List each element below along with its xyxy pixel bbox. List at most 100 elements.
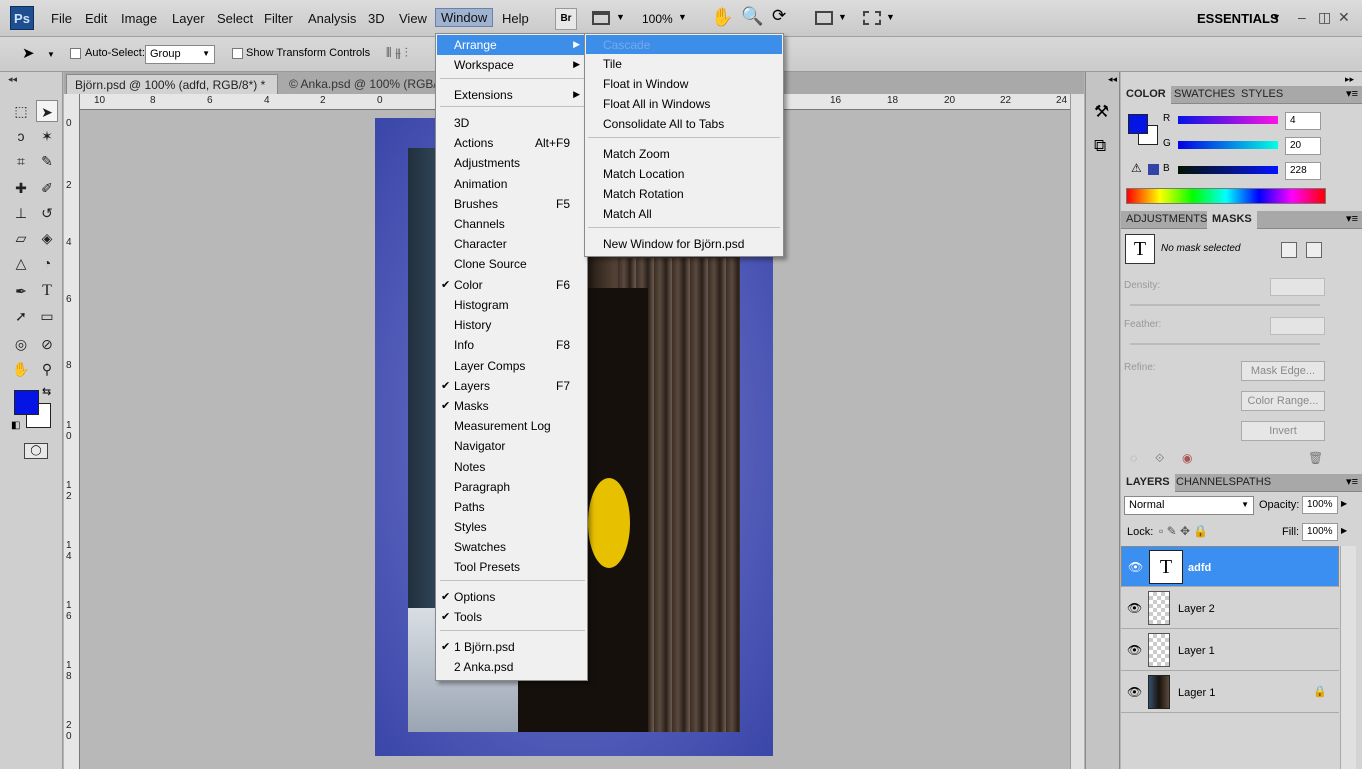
window-menu-item[interactable]: Paragraph bbox=[437, 477, 586, 497]
window-menu-item[interactable]: Adjustments bbox=[437, 153, 586, 173]
menu-select[interactable]: Select bbox=[217, 11, 253, 26]
eye-icon[interactable]: 👁 bbox=[1127, 601, 1142, 615]
collapse-icon[interactable]: ◂◂ bbox=[8, 74, 17, 85]
window-menu-item[interactable]: Layer Comps bbox=[437, 356, 586, 376]
arrange-menu-item[interactable]: Cascade bbox=[586, 35, 782, 54]
apply-mask-icon[interactable]: ⟐ bbox=[1155, 451, 1164, 466]
window-menu-item[interactable]: Paths bbox=[437, 497, 586, 517]
window-menu-item[interactable]: ✔ 1 Björn.psd bbox=[437, 637, 586, 657]
align-icons[interactable]: ⫴ ⫵ ⫶ bbox=[386, 45, 408, 61]
path-selection-icon[interactable]: ➚ bbox=[10, 305, 32, 327]
window-menu-item[interactable]: ✔ Masks bbox=[437, 396, 586, 416]
lock-icons[interactable]: ▫ ✎ ✥ 🔒 bbox=[1159, 524, 1208, 538]
color-spectrum[interactable] bbox=[1126, 188, 1326, 204]
tab-anka[interactable]: © Anka.psd @ 100% (RGB/8 bbox=[281, 74, 451, 94]
chevron-right-icon[interactable]: ▶ bbox=[1341, 526, 1347, 535]
zoom-dropdown-icon[interactable]: ▼ bbox=[678, 12, 687, 22]
arrange-menu-item[interactable]: Float in Window bbox=[586, 74, 782, 93]
tab-swatches[interactable]: SWATCHES bbox=[1169, 86, 1240, 102]
window-menu-item[interactable]: 2 Anka.psd bbox=[437, 657, 586, 677]
window-menu-item[interactable]: Info F8 bbox=[437, 335, 586, 355]
window-menu-item[interactable]: Workspace ▶ bbox=[437, 55, 586, 75]
window-menu-item[interactable]: Styles bbox=[437, 517, 586, 537]
pixel-mask-icon[interactable] bbox=[1281, 242, 1297, 258]
b-slider[interactable] bbox=[1178, 166, 1278, 174]
arrange-documents-icon[interactable] bbox=[815, 11, 833, 25]
3d-orbit-icon[interactable]: ⊘ bbox=[36, 333, 58, 355]
blur-tool-icon[interactable]: △ bbox=[10, 252, 32, 274]
gamut-swatch[interactable] bbox=[1148, 164, 1159, 175]
arrange-menu-item[interactable]: New Window for Björn.psd bbox=[586, 234, 782, 253]
window-menu-item[interactable]: Navigator bbox=[437, 436, 586, 456]
tab-bjorn[interactable]: Björn.psd @ 100% (adfd, RGB/8*) * ✕ bbox=[66, 74, 278, 106]
window-menu-item[interactable]: ✔ Layers F7 bbox=[437, 376, 586, 396]
r-value[interactable]: 4 bbox=[1285, 112, 1321, 130]
arrange-menu-item[interactable]: Match Rotation bbox=[586, 184, 782, 203]
chevron-down-icon[interactable]: ▼ bbox=[47, 50, 55, 59]
zoom-tool-icon[interactable]: ⚲ bbox=[36, 358, 58, 380]
feather-slider[interactable] bbox=[1130, 343, 1320, 345]
arrange-menu-item[interactable]: Float All in Windows bbox=[586, 94, 782, 113]
swap-colors-icon[interactable]: ⇆ bbox=[42, 385, 51, 398]
menu-view[interactable]: View bbox=[399, 11, 427, 26]
layer-row[interactable]: 👁 Layer 2 bbox=[1121, 588, 1339, 629]
window-menu-item[interactable]: Actions Alt+F9 bbox=[437, 133, 586, 153]
density-value[interactable] bbox=[1270, 278, 1325, 296]
tab-adjustments[interactable]: ADJUSTMENTS bbox=[1121, 211, 1212, 227]
menu-filter[interactable]: Filter bbox=[264, 11, 293, 26]
move-tool-icon[interactable]: ➤ bbox=[36, 100, 58, 122]
window-menu-item[interactable]: History bbox=[437, 315, 586, 335]
blend-mode-dropdown[interactable]: Normal ▼ bbox=[1124, 496, 1254, 515]
rectangle-tool-icon[interactable]: ▭ bbox=[36, 305, 58, 327]
layer-row[interactable]: 👁 T adfd bbox=[1121, 546, 1339, 587]
eyedropper-icon[interactable]: ✎ bbox=[36, 150, 58, 172]
crop-tool-icon[interactable]: ⌗ bbox=[10, 150, 32, 172]
expand-icon[interactable]: ▸▸ bbox=[1345, 74, 1354, 85]
vertical-scrollbar[interactable] bbox=[1070, 94, 1084, 769]
chevron-down-icon[interactable]: ▼ bbox=[1272, 12, 1281, 22]
healing-brush-icon[interactable]: ✚ bbox=[10, 177, 32, 199]
feather-value[interactable] bbox=[1270, 317, 1325, 335]
zoom-level[interactable]: 100% bbox=[642, 12, 673, 26]
eye-icon[interactable]: 👁 bbox=[1127, 643, 1142, 657]
restore-button[interactable]: ◫ bbox=[1318, 9, 1331, 26]
layer-name[interactable]: adfd bbox=[1188, 562, 1211, 574]
window-menu-item[interactable]: Character bbox=[437, 234, 586, 254]
pen-tool-icon[interactable]: ✒ bbox=[10, 280, 32, 302]
close-button[interactable]: ✕ bbox=[1338, 9, 1350, 26]
delete-mask-icon[interactable]: 🗑 bbox=[1308, 451, 1323, 465]
window-menu-item[interactable]: Extensions ▶ bbox=[437, 85, 586, 105]
chevron-right-icon[interactable]: ▶ bbox=[1341, 499, 1347, 508]
vector-mask-icon[interactable] bbox=[1306, 242, 1322, 258]
menu-file[interactable]: File bbox=[51, 11, 72, 26]
invert-button[interactable]: Invert bbox=[1241, 421, 1325, 441]
window-menu-item[interactable]: 3D bbox=[437, 113, 586, 133]
minimize-button[interactable]: – bbox=[1298, 9, 1306, 25]
clone-stamp-icon[interactable]: ⊥ bbox=[10, 202, 32, 224]
window-menu-item[interactable]: Brushes F5 bbox=[437, 194, 586, 214]
g-value[interactable]: 20 bbox=[1285, 137, 1321, 155]
chevron-down-icon[interactable]: ▼ bbox=[886, 12, 895, 22]
window-menu-item[interactable]: Channels bbox=[437, 214, 586, 234]
chevron-down-icon[interactable]: ▼ bbox=[616, 12, 625, 22]
tab-layers[interactable]: LAYERS bbox=[1121, 474, 1175, 492]
panel-menu-icon[interactable]: ▾≡ bbox=[1346, 212, 1358, 225]
density-slider[interactable] bbox=[1130, 304, 1320, 306]
window-menu-item[interactable]: Histogram bbox=[437, 295, 586, 315]
brush-tool-icon[interactable]: ✐ bbox=[36, 177, 58, 199]
arrange-menu-item[interactable]: Consolidate All to Tabs bbox=[586, 114, 782, 133]
tab-color[interactable]: COLOR bbox=[1121, 86, 1171, 104]
move-tool-icon[interactable]: ➤ bbox=[22, 44, 35, 62]
window-menu-item[interactable]: Swatches bbox=[437, 537, 586, 557]
tab-masks[interactable]: MASKS bbox=[1207, 211, 1257, 229]
menu-analysis[interactable]: Analysis bbox=[308, 11, 356, 26]
panel-menu-icon[interactable]: ▾≡ bbox=[1346, 87, 1358, 100]
b-value[interactable]: 228 bbox=[1285, 162, 1321, 180]
color-foreground-swatch[interactable] bbox=[1128, 114, 1148, 134]
window-menu-item[interactable]: ✔ Options bbox=[437, 587, 586, 607]
arrange-menu-item[interactable]: Match All bbox=[586, 204, 782, 223]
load-selection-icon[interactable]: ◌ bbox=[1130, 451, 1137, 465]
arrange-menu-item[interactable]: Match Location bbox=[586, 164, 782, 183]
type-tool-icon[interactable]: T bbox=[36, 280, 58, 302]
window-menu-item[interactable]: Notes bbox=[437, 457, 586, 477]
